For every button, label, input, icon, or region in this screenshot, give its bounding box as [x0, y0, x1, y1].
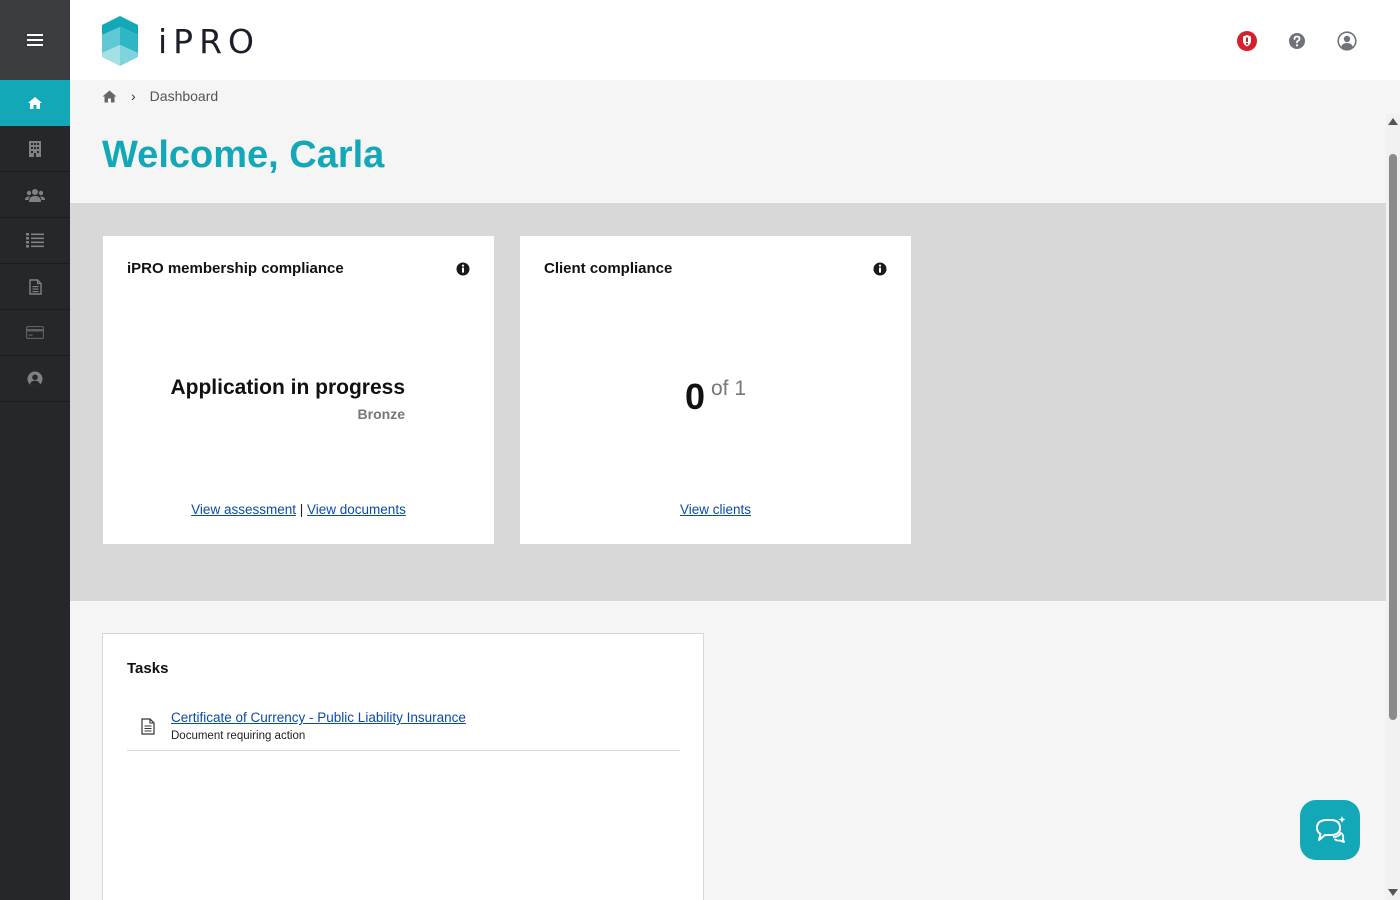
sidebar-item-billing[interactable]	[0, 310, 70, 356]
info-icon[interactable]	[456, 262, 470, 276]
logo-text: iPRO	[158, 21, 260, 61]
membership-status: Application in progress	[170, 376, 405, 399]
scroll-thumb[interactable]	[1389, 154, 1397, 720]
page-scrollbar[interactable]	[1386, 114, 1400, 900]
home-icon	[28, 97, 42, 109]
list-icon	[26, 233, 44, 248]
task-subtitle: Document requiring action	[171, 730, 306, 742]
account-button[interactable]	[1336, 30, 1358, 52]
sidebar-item-clients[interactable]	[0, 172, 70, 218]
view-assessment-link[interactable]: View assessment	[191, 502, 296, 517]
building-icon	[29, 140, 41, 157]
task-title-link[interactable]: Certificate of Currency - Public Liabili…	[171, 710, 466, 725]
ipro-logo-mark	[102, 16, 138, 66]
info-icon[interactable]	[873, 262, 887, 276]
client-links: View clients	[520, 502, 911, 517]
sidebar-item-organisations[interactable]	[0, 126, 70, 172]
menu-toggle-button[interactable]	[0, 0, 70, 80]
compliant-count: 0	[684, 376, 705, 417]
card-title: iPRO membership compliance	[127, 260, 344, 277]
chat-bubbles-icon	[1316, 816, 1346, 843]
tasks-panel: Tasks Certificate of Currency - Public L…	[102, 633, 704, 900]
link-divider: |	[299, 502, 304, 517]
alert-button[interactable]	[1236, 30, 1258, 52]
client-compliance-card: Client compliance 0 of 1 View clients	[520, 236, 911, 544]
task-item[interactable]: Certificate of Currency - Public Liabili…	[127, 706, 680, 751]
breadcrumb-home-icon[interactable]	[102, 90, 117, 103]
membership-level: Bronze	[357, 406, 405, 422]
account-icon	[1337, 31, 1357, 51]
help-button[interactable]	[1286, 30, 1308, 52]
view-documents-link[interactable]: View documents	[307, 502, 406, 517]
page-title: Welcome, Carla	[102, 134, 385, 176]
chat-button[interactable]	[1300, 800, 1360, 860]
total-count: of 1	[711, 377, 747, 400]
document-icon	[28, 278, 42, 295]
membership-compliance-card: iPRO membership compliance Application i…	[103, 236, 494, 544]
sidebar	[0, 0, 70, 900]
tasks-title: Tasks	[127, 660, 169, 677]
top-header: iPRO	[70, 0, 1400, 80]
breadcrumb: › Dashboard	[102, 88, 218, 104]
membership-links: View assessment | View documents	[103, 502, 494, 517]
ipro-logo[interactable]: iPRO	[102, 16, 260, 66]
sidebar-item-lists[interactable]	[0, 218, 70, 264]
document-icon	[141, 718, 155, 735]
scroll-up-arrow-icon[interactable]	[1388, 118, 1398, 125]
user-circle-icon	[27, 371, 43, 386]
card-title: Client compliance	[544, 260, 673, 277]
sidebar-item-home[interactable]	[0, 80, 70, 126]
sidebar-item-profile[interactable]	[0, 356, 70, 402]
view-clients-link[interactable]: View clients	[680, 502, 751, 517]
breadcrumb-separator: ›	[131, 88, 136, 104]
menu-icon	[27, 34, 43, 46]
client-count: 0 of 1	[520, 376, 911, 418]
sidebar-item-documents[interactable]	[0, 264, 70, 310]
users-icon	[25, 188, 45, 202]
help-icon	[1289, 33, 1305, 49]
credit-card-icon	[26, 326, 44, 339]
breadcrumb-current: Dashboard	[149, 88, 219, 104]
scroll-down-arrow-icon[interactable]	[1388, 889, 1398, 896]
alert-shield-icon	[1237, 31, 1257, 51]
